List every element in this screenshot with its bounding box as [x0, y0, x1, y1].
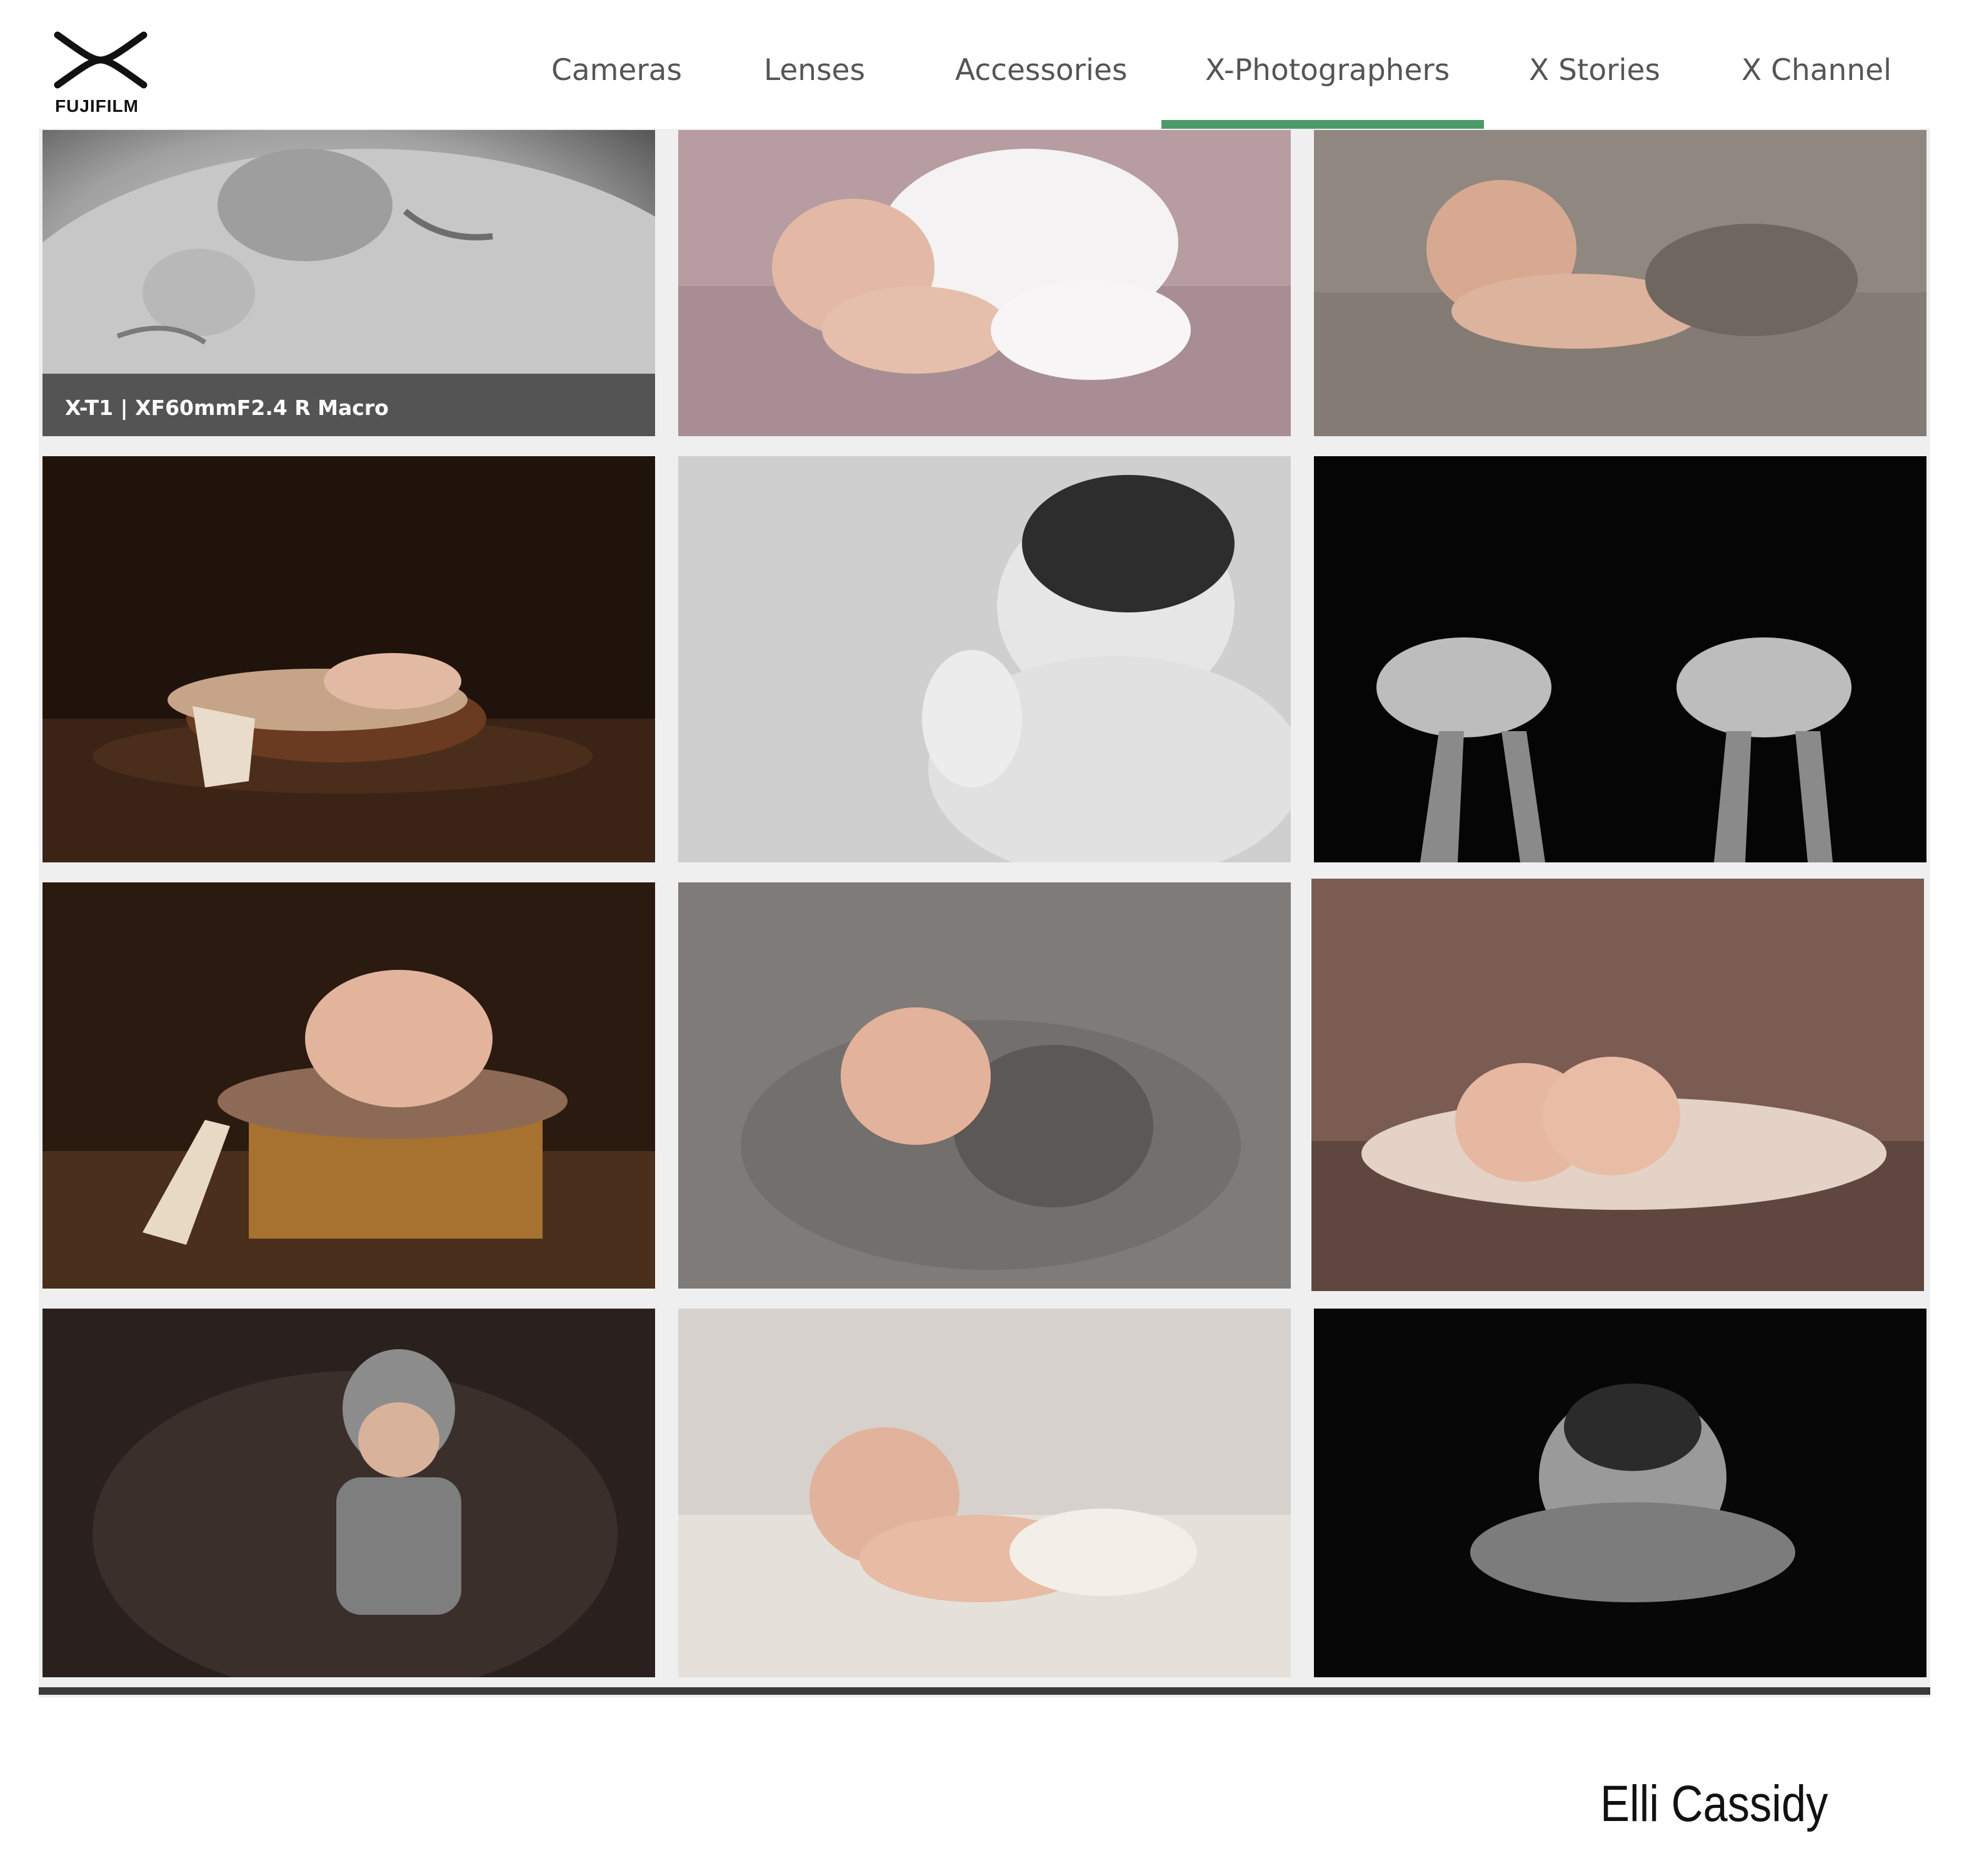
newborn-cream-blanket-image [678, 1309, 1291, 1677]
newborn-wooden-bowl-image [43, 456, 655, 862]
gallery-photo[interactable] [1314, 456, 1926, 862]
nav-item-cameras[interactable]: Cameras [551, 49, 682, 92]
photo-caption-bar: X-T1 | XF60mmF2.4 R Macro [43, 374, 655, 436]
gallery-photo[interactable] [678, 882, 1291, 1289]
nav-item-accessories[interactable]: Accessories [955, 49, 1127, 92]
photo-gallery-grid: X-T1 | XF60mmF2.4 R Macro [39, 129, 1930, 1697]
gallery-photo[interactable] [43, 882, 655, 1289]
newborn-grey-blanket-image [1314, 130, 1926, 436]
twins-in-hands-bw-image [1314, 456, 1926, 862]
gallery-photo[interactable] [678, 1309, 1291, 1677]
twins-brown-backdrop-image [1311, 879, 1924, 1291]
newborn-cradled-hands-bw-image [1314, 1309, 1926, 1677]
active-tab-indicator [1161, 120, 1484, 129]
gallery-photo[interactable]: X-T1 | XF60mmF2.4 R Macro [43, 130, 655, 436]
photographer-name: Elli Cassidy [1600, 1775, 1828, 1832]
nav-item-x-photographers[interactable]: X-Photographers [1205, 49, 1450, 92]
gallery-photo[interactable] [1314, 1309, 1926, 1677]
newborn-textured-blanket-bw-image [678, 456, 1291, 862]
gallery-photo[interactable] [1311, 879, 1924, 1291]
gallery-bottom-border [39, 1687, 1930, 1695]
newborn-pink-blanket-image [678, 130, 1291, 436]
gallery-photo[interactable] [1314, 130, 1926, 436]
newborn-grey-wrap-image [678, 882, 1291, 1289]
nav-item-x-channel[interactable]: X Channel [1741, 49, 1891, 92]
newborn-knit-bonnet-image [43, 1309, 655, 1677]
newborn-lobster-crate-image [43, 882, 655, 1289]
nav-item-x-stories[interactable]: X Stories [1529, 49, 1660, 92]
site-header: FUJIFILM Cameras Lenses Accessories X-Ph… [0, 0, 1969, 129]
gallery-photo[interactable] [678, 130, 1291, 436]
main-navigation: Cameras Lenses Accessories X-Photographe… [0, 0, 1969, 129]
gallery-photo[interactable] [43, 456, 655, 862]
gallery-photo[interactable] [43, 1309, 655, 1677]
gallery-photo[interactable] [678, 456, 1291, 862]
nav-item-lenses[interactable]: Lenses [764, 49, 865, 92]
photo-caption: X-T1 | XF60mmF2.4 R Macro [65, 396, 389, 420]
